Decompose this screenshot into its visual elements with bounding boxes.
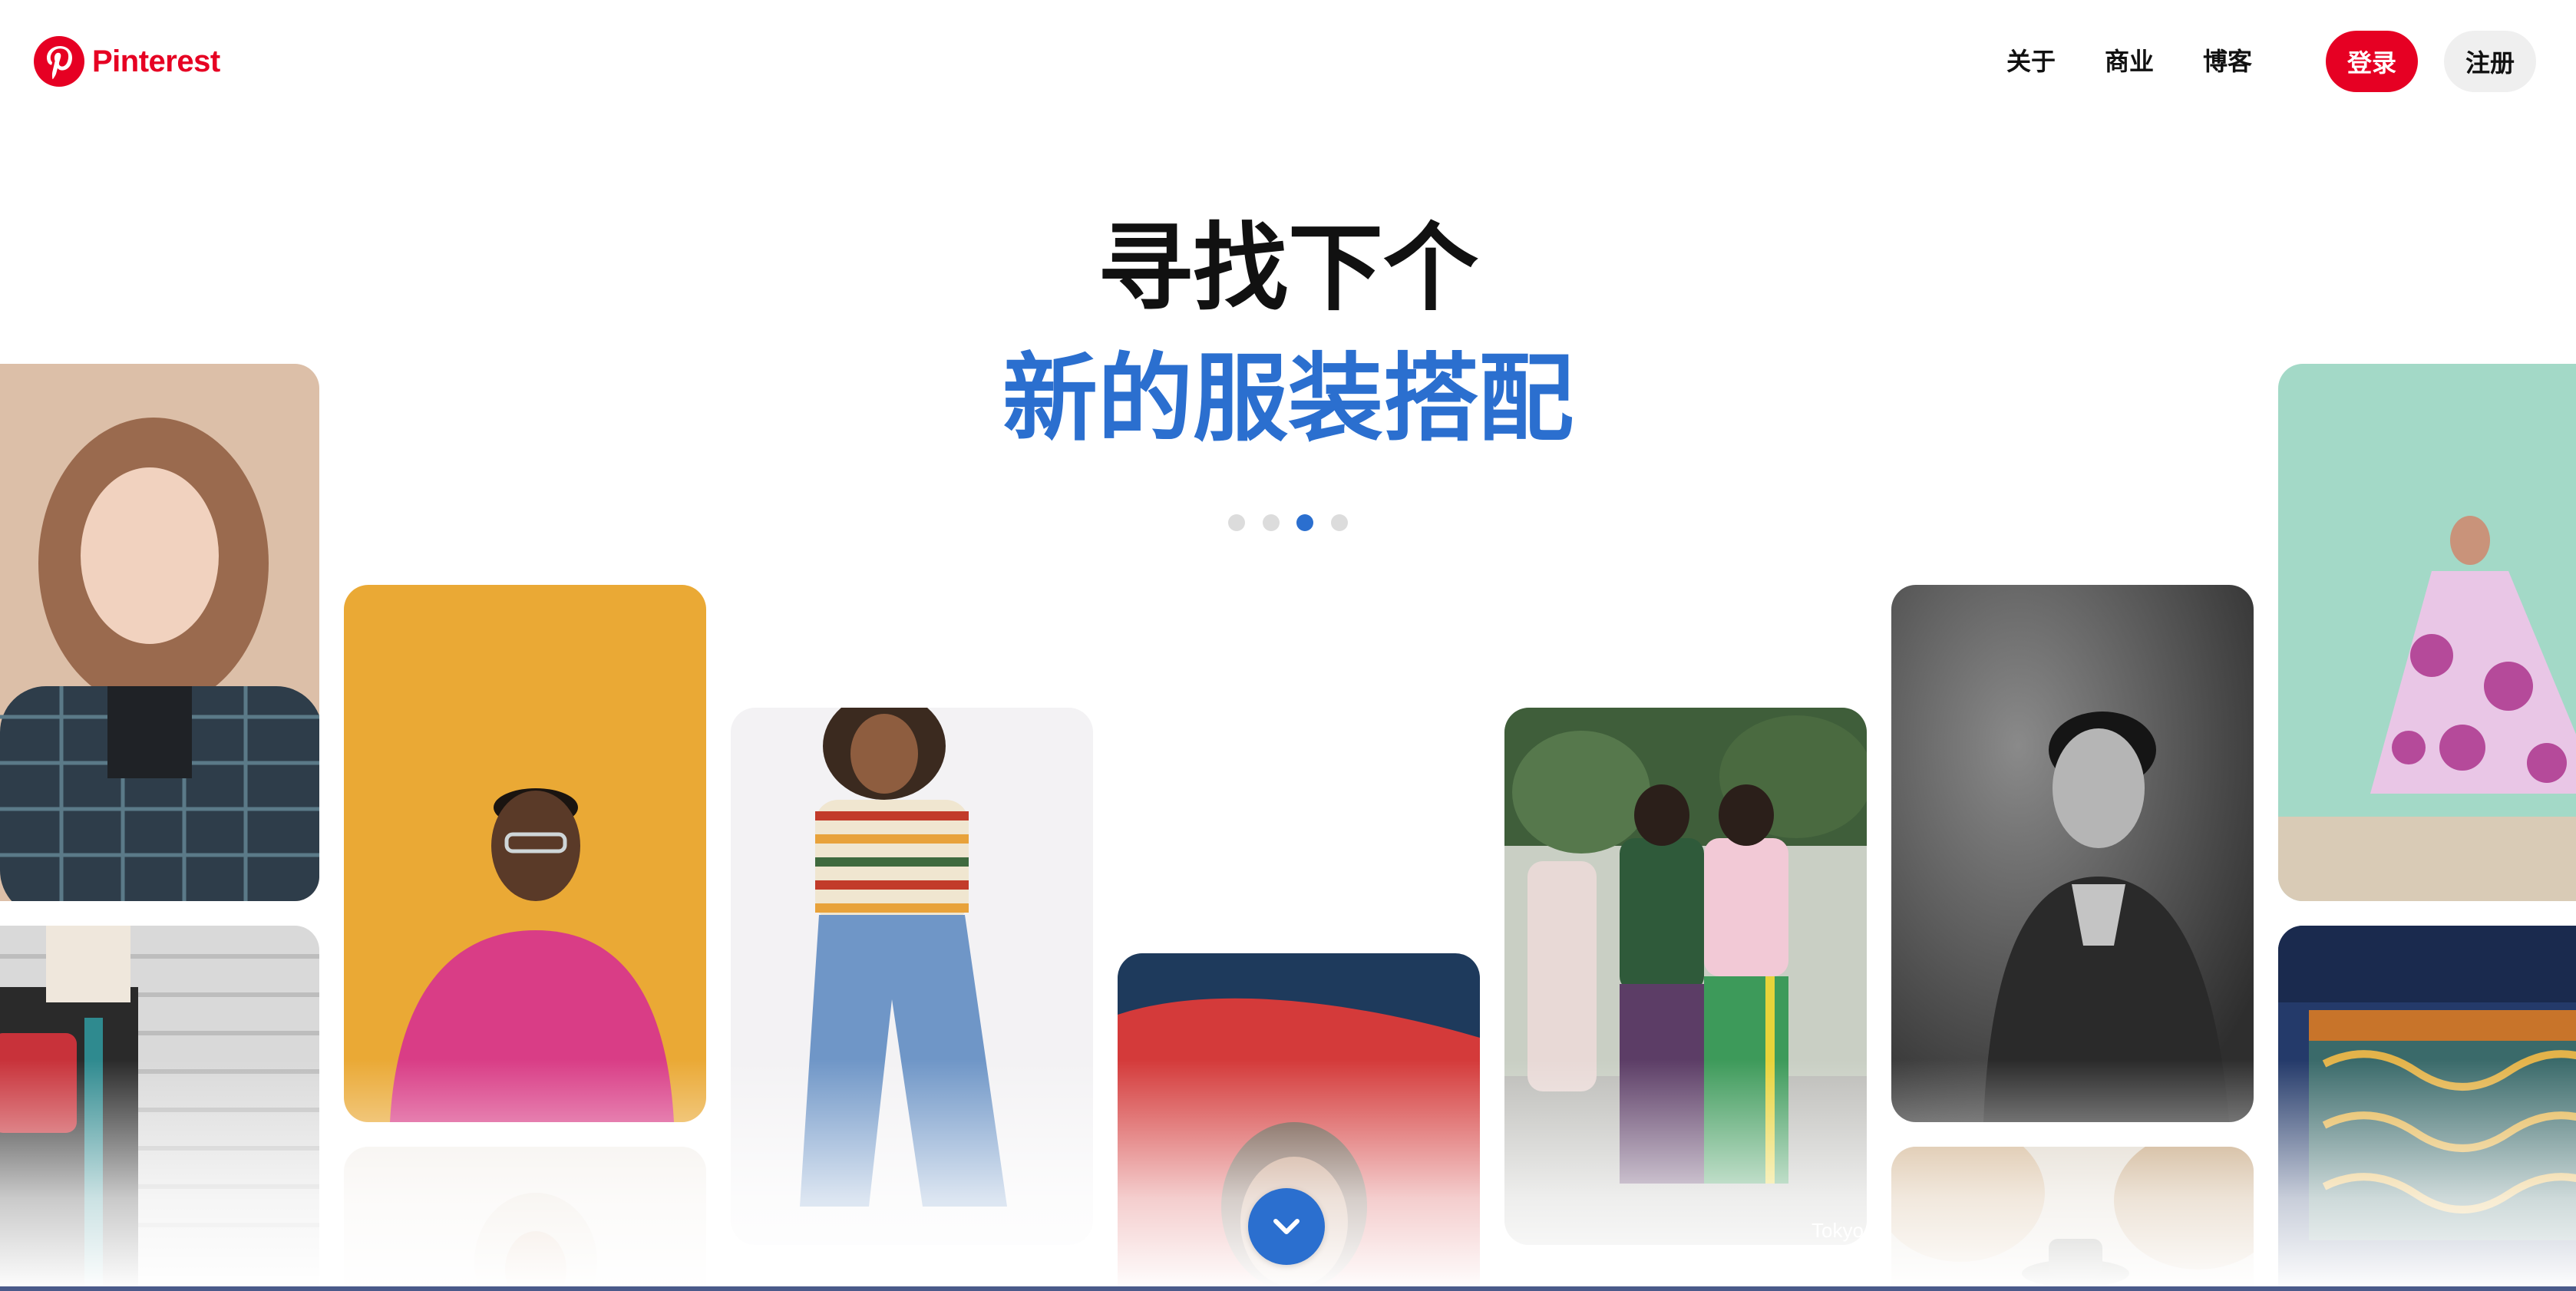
signup-button[interactable]: 注册	[2444, 31, 2536, 92]
bottom-edge-bar	[0, 1286, 2576, 1291]
carousel-dot-4[interactable]	[1330, 514, 1348, 531]
pin-person-red-bag-street[interactable]	[0, 926, 319, 1291]
pinterest-logo-icon	[34, 36, 84, 87]
logo-text: Pinterest	[92, 44, 220, 78]
carousel-dot-3[interactable]	[1296, 514, 1314, 531]
pin-watermark-text: Tokyo	[1811, 1219, 1864, 1242]
top-header: Pinterest 关于 商业 博客 登录 注册	[0, 0, 2576, 123]
pin-man-black-and-white-portrait[interactable]	[1891, 585, 2254, 1122]
pin-man-pink-sweater-yellow-background[interactable]	[344, 585, 706, 1122]
login-button[interactable]: 登录	[2326, 31, 2418, 92]
nav-blog[interactable]: 博客	[2203, 43, 2252, 80]
pin-denim-patterned-fabric[interactable]	[2278, 926, 2576, 1291]
scroll-down-button[interactable]	[1248, 1188, 1325, 1265]
hero-subheading: 新的服装搭配	[1002, 344, 1574, 454]
pin-autumn-trees-hat[interactable]	[1891, 1147, 2254, 1291]
pin-woman-headscarf[interactable]	[344, 1147, 706, 1291]
pinterest-logo[interactable]: Pinterest	[34, 35, 220, 87]
pin-woman-striped-tee-denim[interactable]	[731, 708, 1093, 1245]
pinterest-landing-page: Pinterest 关于 商业 博客 登录 注册 寻找下个 新的服装搭配 Tok…	[0, 0, 2576, 1291]
carousel-dot-2[interactable]	[1262, 514, 1280, 531]
hero-heading: 寻找下个	[1097, 213, 1478, 324]
chevron-down-icon	[1273, 1219, 1300, 1234]
nav-business[interactable]: 商业	[2105, 43, 2154, 80]
carousel-dot-1[interactable]	[1228, 514, 1245, 531]
pin-two-women-street-style[interactable]: Tokyo	[1504, 708, 1867, 1245]
carousel-dots	[1228, 514, 1348, 531]
nav-about[interactable]: 关于	[2006, 43, 2056, 80]
